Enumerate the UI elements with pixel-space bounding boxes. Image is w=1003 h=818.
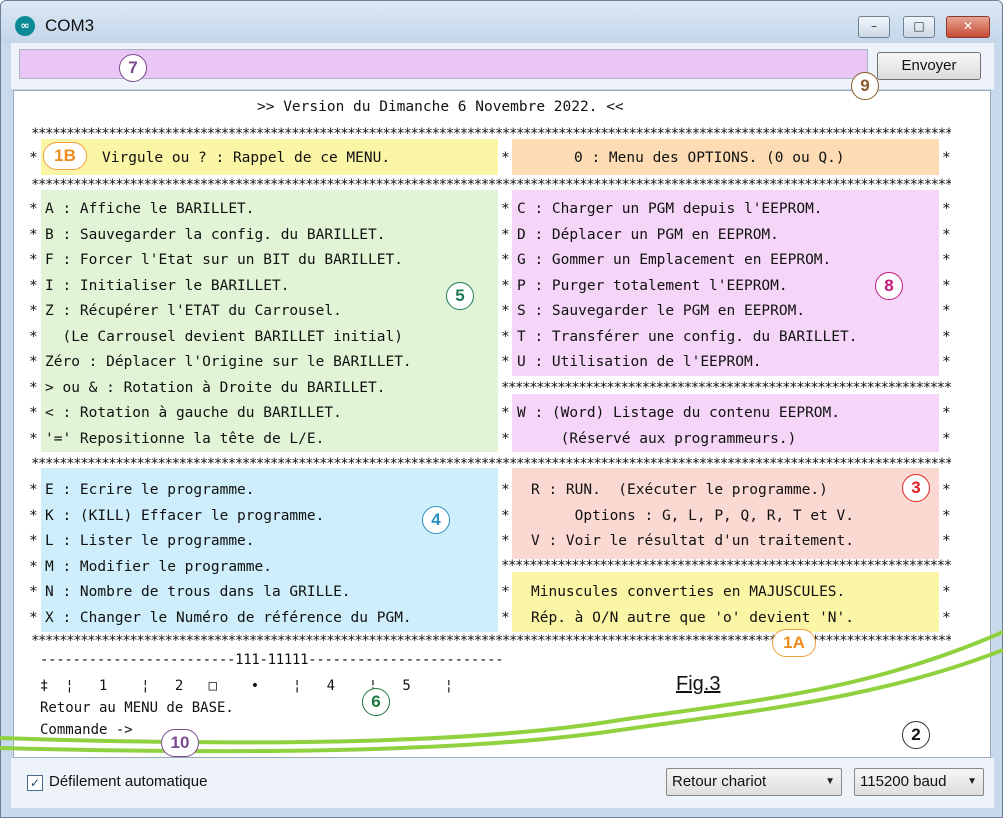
line-ending-value: Retour chariot [672,773,767,790]
autoscroll-checkbox[interactable]: ✓ [27,775,43,791]
baud-rate-value: 115200 baud [860,773,947,790]
barillet-line: Z : Récupérer l'ETAT du Carrousel. [45,303,342,319]
minimize-button[interactable]: – [858,16,890,38]
badge-6: 6 [362,688,390,716]
badge-2: 2 [902,721,930,749]
eeprom-line: T : Transférer une config. du BARILLET. [517,328,858,345]
border-stars-right: * * * * * * * * * [942,201,951,447]
eeprom-line: P : Purger totalement l'EEPROM. [517,277,788,294]
status-bar: ✓ Défilement automatique Retour chariot … [11,758,994,808]
word-line: W : (Word) Listage du contenu EEPROM. [517,405,841,421]
badge-1b: 1B [43,142,87,170]
word-line: (Réservé aux programmeurs.) [517,430,797,447]
version-line: >> Version du Dimanche 6 Novembre 2022. … [257,99,624,115]
badge-9: 9 [851,72,879,100]
eeprom-line: D : Déplacer un PGM en EEPROM. [517,226,779,243]
line-ending-select[interactable]: Retour chariot ▼ [666,768,842,796]
eeprom-line: C : Charger un PGM depuis l'EEPROM. [517,201,823,217]
badge-8: 8 [875,272,903,300]
programme-line: M : Modifier le programme. [45,558,272,575]
barillet-state-line: ------------------------111-11111-------… [40,652,504,668]
eeprom-line: S : Sauvegarder le PGM en EEPROM. [517,303,806,319]
barillet-line: Zéro : Déplacer l'Origine sur le BARILLE… [45,354,412,370]
autoscroll-label: Défilement automatique [49,773,208,790]
arduino-logo-icon: ∞ [15,16,35,36]
options-text: 0 : Menu des OPTIONS. (0 ou Q.) [574,150,845,166]
border-stars-left: * * * * * * * * * * [29,201,38,447]
title-bar: ∞ COM3 – □ ✕ [1,1,1002,43]
border-stars-right: * [942,150,951,166]
border-stars-mid: * * * * * [501,482,510,626]
barillet-line: B : Sauvegarder la config. du BARILLET. [45,226,386,243]
badge-5: 5 [446,282,474,310]
badge-7: 7 [119,54,147,82]
commande-prompt: Commande -> [40,722,133,738]
send-toolbar: Envoyer [11,43,994,89]
close-button[interactable]: ✕ [946,16,990,38]
maximize-button[interactable]: □ [903,16,935,38]
window-title: COM3 [45,16,95,35]
barillet-line: < : Rotation à gauche du BARILLET. [45,405,342,421]
rappel-text: Virgule ou ? : Rappel de ce MENU. [102,150,391,166]
separator-line: ****************************************… [31,178,951,192]
barillet-line: F : Forcer l'Etat sur un BIT du BARILLET… [45,252,403,268]
badge-3: 3 [902,474,930,502]
send-button[interactable]: Envoyer [877,52,981,80]
separator-line: ****************************************… [31,457,951,471]
border-stars-left: * [29,150,38,166]
badge-4: 4 [422,506,450,534]
programme-line: K : (KILL) Effacer le programme. [45,507,325,524]
barillet-line: > ou & : Rotation à Droite du BARILLET. [45,379,386,396]
serial-output[interactable]: >> Version du Dimanche 6 Novembre 2022. … [13,90,991,758]
border-stars-mid: * [501,150,510,166]
barillet-line: A : Affiche le BARILLET. [45,201,255,217]
eeprom-line: G : Gommer un Emplacement en EEPROM. [517,252,832,268]
programme-line: E : Ecrire le programme. [45,482,255,498]
baud-rate-select[interactable]: 115200 baud ▼ [854,768,984,796]
programme-line: X : Changer le Numéro de référence du PG… [45,609,412,626]
eeprom-line: U : Utilisation de l'EEPROM. [517,354,762,370]
border-stars-right: * * * * * [942,482,951,626]
border-stars-left: * * * * * * [29,482,38,626]
run-line: Options : G, L, P, Q, R, T et V. [531,507,855,524]
chevron-down-icon: ▼ [825,776,835,787]
chevron-down-icon: ▼ [967,776,977,787]
badge-1a: 1A [772,629,816,657]
run-line: V : Voir le résultat d'un traitement. [531,533,855,549]
barillet-line: I : Initialiser le BARILLET. [45,277,290,294]
separator-line: ****************************************… [501,381,951,395]
majuscules-line: Minuscules converties en MAJUSCULES. [531,584,846,600]
barillet-line: (Le Carrousel devient BARILLET initial) [45,328,403,345]
border-stars-mid: * * * * * * * * * [501,201,510,447]
programme-line: N : Nombre de trous dans la GRILLE. [45,584,351,600]
run-line: R : RUN. (Exécuter le programme.) [531,482,828,498]
programme-line: L : Lister le programme. [45,533,255,549]
badge-10: 10 [161,729,199,757]
majuscules-line: Rép. à O/N autre que 'o' devient 'N'. [531,609,855,626]
figure-label: Fig.3 [676,673,721,695]
serial-monitor-window: ∞ COM3 – □ ✕ Envoyer >> Version du Diman… [0,0,1003,818]
barillet-line: '=' Repositionne la tête de L/E. [45,430,325,447]
separator-line: ****************************************… [31,127,951,141]
separator-line: ****************************************… [501,559,951,573]
